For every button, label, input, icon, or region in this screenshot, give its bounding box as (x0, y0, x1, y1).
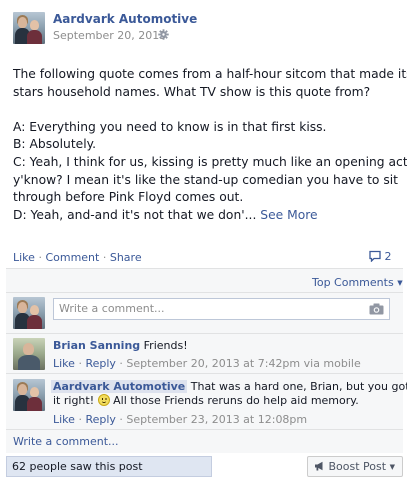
separator: · (119, 413, 123, 426)
share-count[interactable]: 2 (369, 250, 392, 263)
separator: · (78, 357, 82, 370)
post-line: stars household names. What TV show is t… (13, 84, 371, 99)
reach-text: 62 people saw this post (12, 460, 143, 473)
comment-author[interactable]: Brian Sanning (53, 339, 140, 352)
top-comments-label: Top Comments (312, 276, 394, 289)
post-line: y'know? I mean it's like the stand-up co… (13, 172, 398, 187)
commenter-avatar[interactable] (13, 338, 45, 370)
post-line: C: Yeah, I think for us, kissing is pret… (13, 154, 407, 169)
share-link[interactable]: Share (110, 251, 142, 264)
comment-link[interactable]: Comment (45, 251, 99, 264)
boost-post-button[interactable]: Boost Post ▼ (307, 456, 403, 477)
write-comment-link[interactable]: Write a comment... (13, 435, 119, 448)
comment-text: That was a hard one, Brian, but you got (190, 380, 407, 393)
post-line-last: D: Yeah, and-and it's not that we don'..… (13, 207, 403, 225)
separator: · (78, 413, 82, 426)
comment-timestamp[interactable]: September 20, 2013 at 7:42pm via mobile (126, 357, 360, 370)
comment-author[interactable]: Aardvark Automotive (51, 380, 188, 393)
post-line (13, 101, 403, 119)
divider (6, 373, 403, 374)
comment-text: it right! (53, 394, 95, 407)
divider (6, 333, 403, 334)
post-line: A: Everything you need to know is in tha… (13, 119, 327, 134)
separator: · (38, 251, 42, 264)
separator: · (119, 357, 123, 370)
page-name[interactable]: Aardvark Automotive (53, 12, 197, 26)
page-avatar[interactable] (13, 12, 45, 44)
smiley-icon (97, 394, 110, 406)
post-date[interactable]: September 20, 2013 (53, 29, 166, 42)
post-line: D: Yeah, and-and it's not that we don'..… (13, 207, 257, 222)
chevron-down-icon: ▼ (389, 463, 395, 471)
like-link[interactable]: Like (13, 251, 35, 264)
chevron-down-icon: ▼ (397, 279, 403, 287)
comment-like-link[interactable]: Like (53, 413, 75, 426)
comment-actions: Like · Reply · September 23, 2013 at 12:… (53, 413, 307, 426)
boost-label: Boost Post (328, 460, 387, 473)
comment-body: Brian Sanning Friends! (53, 339, 188, 353)
comment-like-link[interactable]: Like (53, 357, 75, 370)
comment-actions: Like · Reply · September 20, 2013 at 7:4… (53, 357, 361, 370)
post-line: The following quote comes from a half-ho… (13, 67, 407, 81)
comment-input[interactable]: Write a comment... (53, 298, 390, 320)
post-line: B: Absolutely. (13, 137, 97, 152)
divider (6, 429, 403, 430)
megaphone-icon (315, 461, 323, 471)
post-actions: Like · Comment · Share (13, 251, 142, 264)
camera-icon[interactable] (369, 303, 384, 315)
share-count-value: 2 (384, 250, 392, 263)
comment-reply-link[interactable]: Reply (85, 357, 115, 370)
post-line: through before Pink Floyd comes out. (13, 190, 244, 205)
post-body: The following quote comes from a half-ho… (13, 66, 407, 225)
see-more-link[interactable]: See More (260, 208, 317, 222)
post-date-text[interactable]: September 20, 2013 (53, 29, 166, 42)
comment-timestamp[interactable]: September 23, 2013 at 12:08pm (126, 413, 307, 426)
comment-text: All those Friends reruns do help aid mem… (113, 394, 359, 407)
divider (6, 268, 403, 269)
commenter-avatar[interactable] (13, 379, 45, 411)
comment-body: Aardvark Automotive That was a hard one,… (51, 380, 407, 408)
separator: · (102, 251, 107, 264)
gear-icon[interactable] (158, 29, 169, 40)
share-icon (369, 250, 381, 263)
comment-placeholder: Write a comment... (59, 302, 165, 315)
reach-box[interactable]: 62 people saw this post (6, 456, 212, 477)
divider (6, 292, 403, 293)
user-avatar (13, 297, 45, 329)
comment-text: Friends! (143, 339, 188, 352)
comment-reply-link[interactable]: Reply (85, 413, 115, 426)
top-comments-dropdown[interactable]: Top Comments ▼ (312, 276, 403, 289)
